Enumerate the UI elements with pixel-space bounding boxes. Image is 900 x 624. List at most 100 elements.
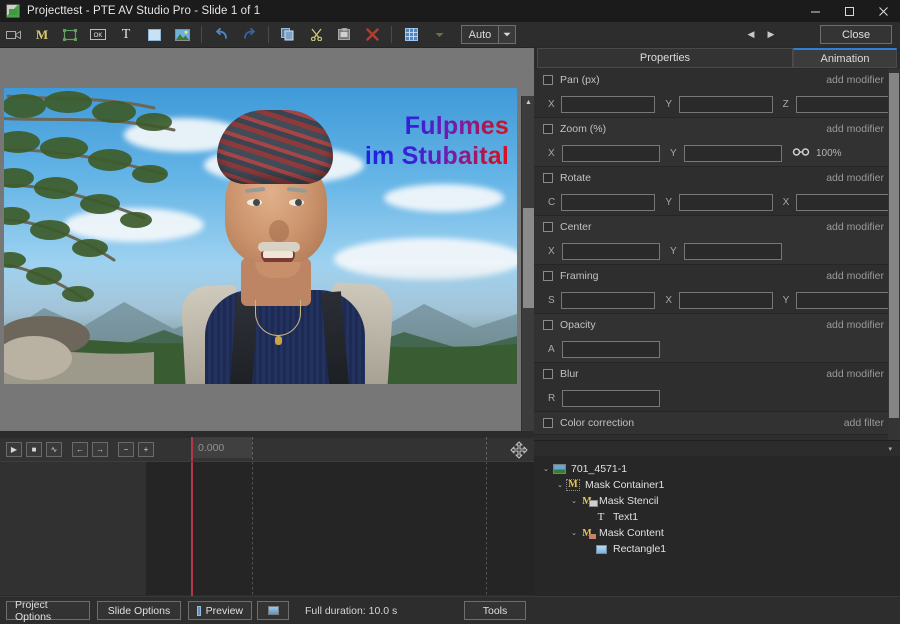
frame-icon[interactable]	[56, 23, 84, 47]
properties-scroll-thumb[interactable]	[889, 73, 899, 418]
slide-preview-area[interactable]: Fulpmes im Stubaital ▲ ▼ ◀ ▶	[0, 48, 534, 431]
maximize-button[interactable]	[832, 0, 866, 22]
tree-collapse-icon[interactable]: ▾	[888, 445, 892, 453]
rectangle-object-icon[interactable]	[140, 23, 168, 47]
waveform-button[interactable]: ∿	[46, 442, 62, 457]
opacity-a-input[interactable]	[562, 340, 660, 358]
mask-icon[interactable]: M	[28, 23, 56, 47]
tree-node-mask-container[interactable]: ⌄ M Mask Container1	[534, 477, 900, 493]
property-header[interactable]: Opacity add modifier	[534, 314, 900, 336]
center-add-modifier[interactable]: add modifier	[826, 221, 884, 233]
center-y-input[interactable]	[684, 242, 782, 260]
move-tool-icon[interactable]	[510, 441, 528, 459]
image-object-icon[interactable]	[168, 23, 196, 47]
timeline-playhead-head[interactable]	[191, 437, 193, 461]
tree-node-rectangle[interactable]: Rectangle1	[534, 541, 900, 557]
chevron-down-icon[interactable]: ⌄	[540, 465, 552, 473]
tree-node-mask-content[interactable]: ⌄ M Mask Content	[534, 525, 900, 541]
cut-icon[interactable]	[302, 23, 330, 47]
preview-button[interactable]: Preview	[188, 601, 252, 620]
stop-button[interactable]: ■	[26, 442, 42, 457]
slide-photo[interactable]: Fulpmes im Stubaital	[4, 88, 517, 384]
slide-options-button[interactable]: Slide Options	[97, 601, 181, 620]
tree-node-image[interactable]: ⌄ 701_4571-1	[534, 461, 900, 477]
paste-icon[interactable]	[330, 23, 358, 47]
center-x-input[interactable]	[562, 242, 660, 260]
tab-properties[interactable]: Properties	[537, 48, 793, 68]
opacity-checkbox[interactable]	[543, 320, 553, 330]
framing-y-input[interactable]	[796, 291, 890, 309]
zoom-level-select[interactable]: Auto	[461, 25, 516, 44]
framing-add-modifier[interactable]: add modifier	[826, 270, 884, 282]
opacity-add-modifier[interactable]: add modifier	[826, 319, 884, 331]
property-header[interactable]: Rotate add modifier	[534, 167, 900, 189]
close-button[interactable]: Close	[820, 25, 892, 44]
timeline-playhead[interactable]	[191, 462, 193, 596]
grid-dropdown-icon[interactable]	[425, 23, 453, 47]
pan-y-input[interactable]	[678, 95, 773, 113]
prev-keyframe-button[interactable]: ←	[72, 442, 88, 457]
delete-icon[interactable]	[358, 23, 386, 47]
zoom-checkbox[interactable]	[543, 124, 553, 134]
minimize-button[interactable]	[798, 0, 832, 22]
close-window-button[interactable]	[866, 0, 900, 22]
play-button[interactable]: ▶	[6, 442, 22, 457]
tools-button[interactable]: Tools	[464, 601, 526, 620]
pan-add-modifier[interactable]: add modifier	[826, 74, 884, 86]
color-correction-add-filter[interactable]: add filter	[844, 417, 884, 429]
zoom-x-input[interactable]	[562, 144, 660, 162]
chevron-down-icon[interactable]	[499, 25, 516, 44]
pan-x-input[interactable]	[561, 95, 656, 113]
properties-scrollbar[interactable]	[888, 69, 900, 447]
framing-checkbox[interactable]	[543, 271, 553, 281]
text-object-icon[interactable]: T	[112, 23, 140, 47]
preview-vscroll-thumb[interactable]	[523, 208, 534, 308]
rotate-y-input[interactable]	[678, 193, 773, 211]
undo-icon[interactable]	[207, 23, 235, 47]
object-tree-panel[interactable]: ⌄ 701_4571-1 ⌄ M Mask Container1 ⌄ M Mas…	[534, 456, 900, 596]
property-header[interactable]: Blur add modifier	[534, 363, 900, 385]
center-checkbox[interactable]	[543, 222, 553, 232]
next-slide-button[interactable]: ▶	[762, 25, 780, 45]
next-keyframe-button[interactable]: →	[92, 442, 108, 457]
pan-z-input[interactable]	[796, 95, 890, 113]
property-header[interactable]: Center add modifier	[534, 216, 900, 238]
button-object-icon[interactable]: OK	[84, 23, 112, 47]
zoom-in-button[interactable]: +	[138, 442, 154, 457]
timeline-track[interactable]	[146, 462, 534, 595]
preview-vertical-scrollbar[interactable]: ▲ ▼	[521, 96, 534, 431]
timeline-track-area[interactable]	[0, 461, 534, 596]
grid-icon[interactable]	[397, 23, 425, 47]
rotate-checkbox[interactable]	[543, 173, 553, 183]
rotate-x-input[interactable]	[796, 193, 890, 211]
redo-icon[interactable]	[235, 23, 263, 47]
property-header[interactable]: Framing add modifier	[534, 265, 900, 287]
property-header[interactable]: Color correction add filter	[534, 412, 900, 434]
scroll-up-button[interactable]: ▲	[522, 96, 534, 109]
chevron-down-icon[interactable]: ⌄	[554, 481, 566, 489]
link-chain-icon[interactable]	[792, 147, 810, 159]
video-camera-icon[interactable]	[0, 23, 28, 47]
property-header[interactable]: Zoom (%) add modifier	[534, 118, 900, 140]
blur-r-input[interactable]	[562, 389, 660, 407]
zoom-out-button[interactable]: −	[118, 442, 134, 457]
tree-node-text[interactable]: T Text1	[534, 509, 900, 525]
rotate-add-modifier[interactable]: add modifier	[826, 172, 884, 184]
framing-s-input[interactable]	[561, 291, 656, 309]
rotate-c-input[interactable]	[561, 193, 656, 211]
framing-x-input[interactable]	[678, 291, 773, 309]
chevron-down-icon[interactable]: ⌄	[568, 529, 580, 537]
copy-icon[interactable]	[274, 23, 302, 47]
color-correction-checkbox[interactable]	[543, 418, 553, 428]
blur-add-modifier[interactable]: add modifier	[826, 368, 884, 380]
prev-slide-button[interactable]: ◀	[742, 25, 760, 45]
zoom-add-modifier[interactable]: add modifier	[826, 123, 884, 135]
property-header[interactable]: Pan (px) add modifier	[534, 69, 900, 91]
project-options-button[interactable]: Project Options	[6, 599, 90, 623]
tab-animation[interactable]: Animation	[793, 48, 897, 68]
fullscreen-preview-button[interactable]	[257, 601, 289, 620]
blur-checkbox[interactable]	[543, 369, 553, 379]
pan-checkbox[interactable]	[543, 75, 553, 85]
chevron-down-icon[interactable]: ⌄	[568, 497, 580, 505]
zoom-y-input[interactable]	[684, 144, 782, 162]
